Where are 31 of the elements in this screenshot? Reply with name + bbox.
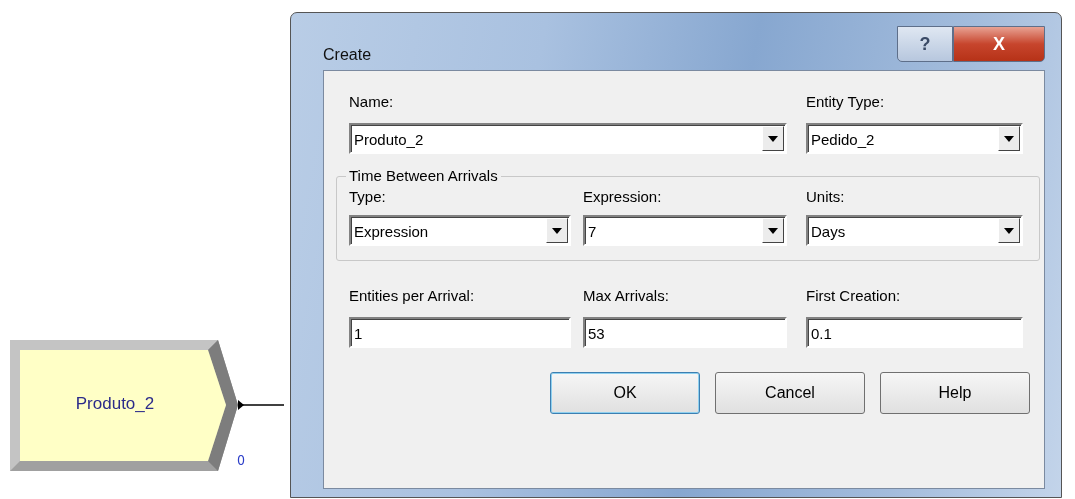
- combo-box[interactable]: Days: [806, 215, 1023, 246]
- connector-line: [238, 398, 284, 412]
- field-label: First Creation:: [806, 287, 902, 306]
- field-label: Max Arrivals:: [583, 287, 670, 306]
- entity-counter: 0: [237, 451, 245, 470]
- field-label: Name:: [349, 93, 395, 112]
- help-button[interactable]: ?: [897, 26, 953, 62]
- field-label: Expression:: [583, 187, 663, 207]
- combo-box[interactable]: Pedido_2: [806, 123, 1023, 154]
- field-label: Entities per Arrival:: [349, 287, 476, 306]
- field-label: Type:: [349, 187, 387, 207]
- dropdown-button[interactable]: [762, 218, 784, 243]
- combo-box[interactable]: Expression: [349, 215, 571, 246]
- dialog-button[interactable]: OK: [550, 372, 700, 414]
- window-title: Create: [323, 45, 372, 65]
- combo-box[interactable]: 7: [583, 215, 787, 246]
- field-label: Entity Type:: [806, 93, 886, 112]
- input-field[interactable]: 0.1: [806, 317, 1023, 348]
- dropdown-button[interactable]: [546, 218, 568, 243]
- dialog-button[interactable]: Cancel: [715, 372, 865, 414]
- combo-box[interactable]: Produto_2: [349, 123, 787, 154]
- input-field[interactable]: 53: [583, 317, 787, 348]
- dropdown-button[interactable]: [998, 218, 1020, 243]
- field-label: Units:: [806, 187, 846, 207]
- input-field[interactable]: 1: [349, 317, 571, 348]
- module-label: Produto_2: [74, 393, 156, 415]
- dropdown-button[interactable]: [762, 126, 784, 151]
- dropdown-button[interactable]: [998, 126, 1020, 151]
- close-button[interactable]: X: [953, 26, 1045, 62]
- dialog-button[interactable]: Help: [880, 372, 1030, 414]
- create-module-shape[interactable]: [10, 340, 238, 471]
